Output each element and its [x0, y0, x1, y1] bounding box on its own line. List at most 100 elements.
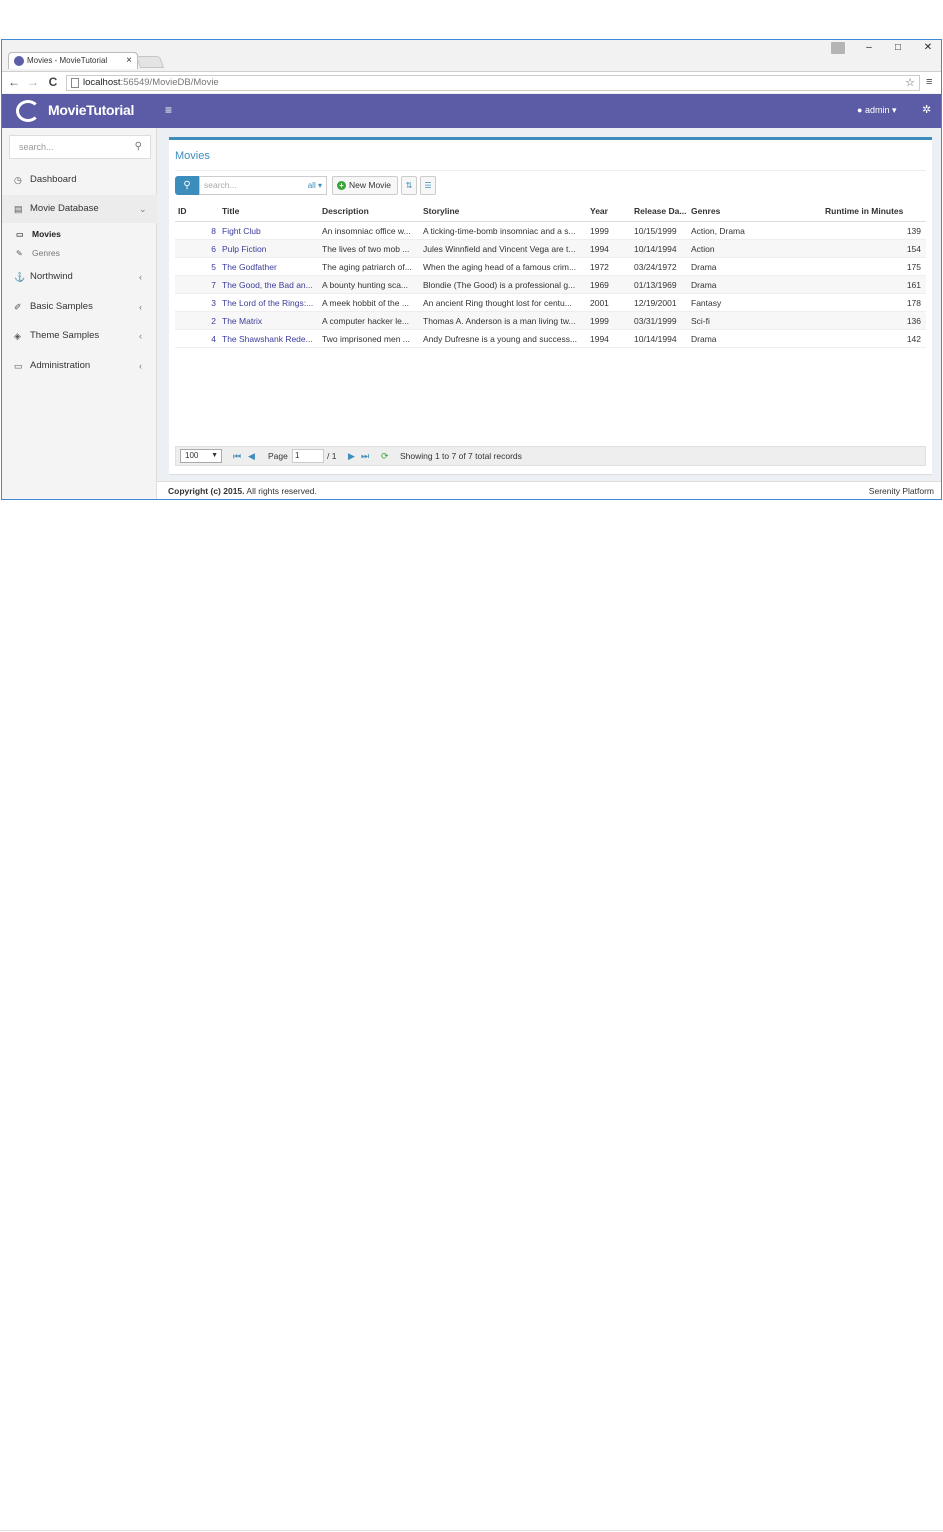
table-row[interactable]: 2 The Matrix A computer hacker le... Thomas… [175, 312, 926, 330]
sidebar-item-basic-samples[interactable]: ✐ Basic Samples ‹ [2, 293, 157, 321]
sidebar-item-theme-samples[interactable]: ◈ Theme Samples ‹ [2, 322, 157, 350]
cell-runtime: 161 [906, 280, 921, 290]
thumb-tack-icon: ✎ [16, 249, 23, 258]
cell-title[interactable]: The Good, the Bad an... [222, 276, 318, 294]
cell-storyline: Jules Winnfield and Vincent Vega are t..… [423, 244, 576, 254]
close-window-icon[interactable]: ✕ [917, 42, 939, 53]
quick-search-placeholder: search... [204, 180, 237, 190]
film-icon: ▤ [14, 204, 23, 214]
cell-id[interactable]: 8 [178, 222, 216, 240]
table-row[interactable]: 5 The Godfather The aging patriarch of... W… [175, 258, 926, 276]
browser-window: Movies - MovieTutorial × – □ ✕ ← → C loc… [1, 39, 942, 500]
copyright-bold: Copyright (c) 2015. [168, 486, 245, 496]
column-header-storyline[interactable]: Storyline [423, 203, 586, 220]
quick-search-button[interactable]: ⚲ [175, 176, 199, 195]
cell-year: 2001 [590, 298, 609, 308]
last-page-icon[interactable]: ⏭ [361, 447, 369, 465]
table-row[interactable]: 8 Fight Club An insomniac office w... A tic… [175, 222, 926, 240]
anchor-icon: ⚓ [14, 272, 26, 282]
tab-close-icon[interactable]: × [126, 53, 132, 69]
column-header-id[interactable]: ID [178, 203, 218, 220]
browser-tab[interactable]: Movies - MovieTutorial × [8, 52, 138, 69]
diamond-icon: ◈ [14, 331, 21, 341]
sidebar-item-northwind[interactable]: ⚓ Northwind ‹ [2, 263, 157, 291]
tab-title: Movies - MovieTutorial [27, 56, 108, 65]
first-page-icon[interactable]: ⏮ [233, 447, 241, 465]
cell-title[interactable]: The Shawshank Rede... [222, 330, 318, 348]
cell-title[interactable]: The Matrix [222, 312, 318, 330]
brand-title[interactable]: MovieTutorial [48, 102, 134, 118]
sidebar-item-label: Dashboard [30, 174, 77, 185]
table-row[interactable]: 4 The Shawshank Rede... Two imprisoned men… [175, 330, 926, 348]
url-bar[interactable]: localhost:56549/MovieDB/Movie ☆ [66, 75, 920, 91]
sidebar-subitem-genres[interactable]: ✎ Genres [2, 244, 157, 263]
page-size-value: 100 [185, 451, 199, 460]
column-header-runtime[interactable]: Runtime in Minutes [825, 203, 920, 220]
cell-title[interactable]: The Godfather [222, 258, 318, 276]
column-header-release-date[interactable]: Release Da... [634, 203, 688, 220]
column-header-genres[interactable]: Genres [691, 203, 811, 220]
forward-arrow-icon[interactable]: → [26, 75, 40, 89]
cell-id[interactable]: 3 [178, 294, 216, 312]
cell-storyline: Andy Dufresne is a young and success... [423, 334, 578, 344]
maximize-icon[interactable]: □ [887, 42, 909, 53]
cell-id[interactable]: 7 [178, 276, 216, 294]
new-tab-button[interactable] [135, 56, 165, 68]
table-row[interactable]: 7 The Good, the Bad an... A bounty hunting… [175, 276, 926, 294]
cell-title[interactable]: Pulp Fiction [222, 240, 318, 258]
sidebar-search-input[interactable]: search... ⚲ [9, 135, 151, 159]
sidebar-item-movie-database[interactable]: ▤ Movie Database ⌄ [2, 195, 157, 223]
quick-search-input[interactable]: search... all ▾ [199, 176, 327, 195]
bookmark-star-icon[interactable]: ☆ [905, 76, 915, 90]
browser-menu-icon[interactable]: ≡ [926, 76, 932, 88]
back-arrow-icon[interactable]: ← [7, 75, 21, 89]
browser-tabstrip: Movies - MovieTutorial × – □ ✕ [2, 40, 941, 72]
reload-icon[interactable]: C [46, 75, 60, 89]
content-area: Movies ⚲ search... all ▾ + New Movie ⇅ ☰… [157, 128, 941, 499]
new-movie-button[interactable]: + New Movie [332, 176, 398, 195]
sidebar-toggle-icon[interactable]: ≡ [165, 103, 172, 117]
page-number-input[interactable]: 1 [292, 449, 324, 463]
cell-id[interactable]: 4 [178, 330, 216, 348]
cell-release: 10/15/1999 [634, 226, 677, 236]
cell-genres: Drama [691, 280, 717, 290]
cell-description: An insomniac office w... [322, 226, 411, 236]
refresh-grid-button[interactable]: ⇅ [401, 176, 417, 195]
cell-title[interactable]: The Lord of the Rings:... [222, 294, 318, 312]
cell-description: A computer hacker le... [322, 316, 409, 326]
table-row[interactable]: 6 Pulp Fiction The lives of two mob ... Jul… [175, 240, 926, 258]
column-header-year[interactable]: Year [590, 203, 630, 220]
minimize-icon[interactable]: – [858, 42, 880, 53]
sidebar-item-dashboard[interactable]: ◷ Dashboard [2, 166, 157, 194]
profile-icon[interactable] [831, 42, 845, 54]
cell-year: 1994 [590, 334, 609, 344]
cell-storyline: A ticking-time-bomb insomniac and a s... [423, 226, 576, 236]
cell-storyline: An ancient Ring thought lost for centu..… [423, 298, 572, 308]
user-menu[interactable]: ● admin ▾ [857, 105, 897, 116]
column-header-title[interactable]: Title [222, 203, 318, 220]
previous-page-icon[interactable]: ◀ [248, 447, 255, 465]
page-size-select[interactable]: 100 ▼ [180, 449, 222, 463]
cell-year: 1999 [590, 226, 609, 236]
table-row[interactable]: 3 The Lord of the Rings:... A meek hobbit … [175, 294, 926, 312]
sidebar-item-label: Theme Samples [30, 330, 100, 341]
cell-storyline: When the aging head of a famous crim... [423, 262, 577, 272]
settings-cogs-icon[interactable]: ✲ [922, 103, 931, 116]
app-logo-icon[interactable] [16, 100, 40, 122]
next-page-icon[interactable]: ▶ [348, 447, 355, 465]
sidebar-item-administration[interactable]: ▭ Administration ‹ [2, 352, 157, 380]
cell-id[interactable]: 5 [178, 258, 216, 276]
cell-id[interactable]: 2 [178, 312, 216, 330]
plus-circle-icon: + [337, 181, 346, 190]
desktop-icon: ▭ [14, 361, 23, 371]
page-label: Page [268, 451, 288, 461]
cell-id[interactable]: 6 [178, 240, 216, 258]
quick-search-field-dropdown[interactable]: all ▾ [308, 177, 322, 194]
cell-release: 10/14/1994 [634, 244, 677, 254]
reload-icon[interactable]: ⟳ [381, 447, 389, 465]
column-header-description[interactable]: Description [322, 203, 418, 220]
sidebar-subitem-movies[interactable]: ▭ Movies [2, 225, 157, 244]
cell-genres: Drama [691, 262, 717, 272]
cell-title[interactable]: Fight Club [222, 222, 318, 240]
column-picker-button[interactable]: ☰ [420, 176, 436, 195]
